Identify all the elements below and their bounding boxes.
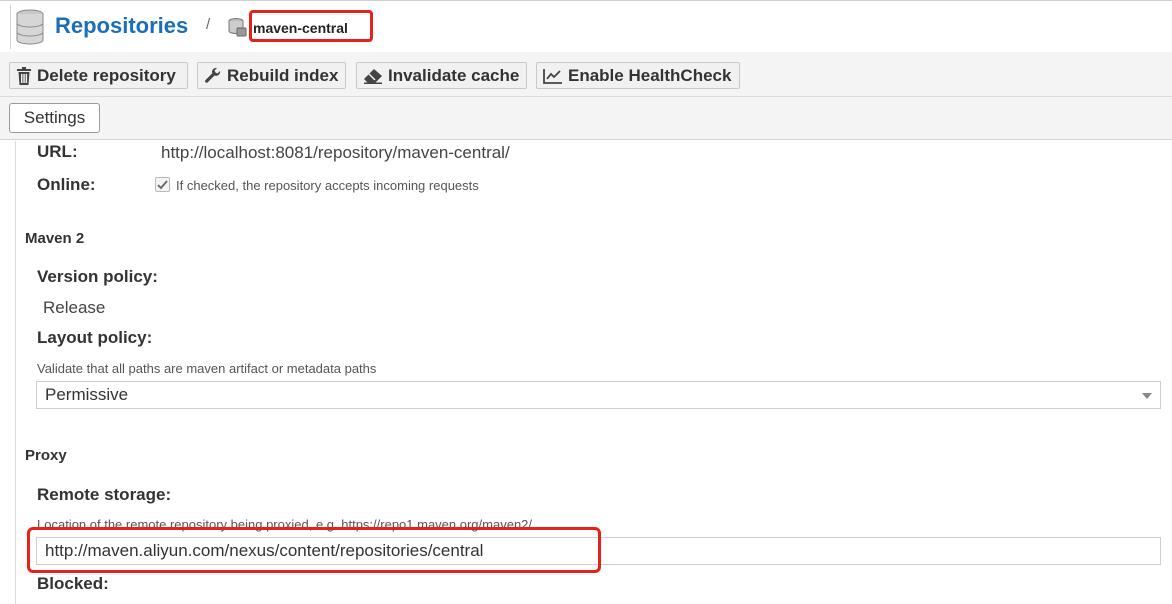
settings-form: URL: http://localhost:8081/repository/ma…	[0, 141, 1172, 604]
breadcrumb-separator: /	[206, 16, 211, 33]
repository-icon	[228, 18, 247, 37]
version-policy-label: Version policy:	[37, 267, 158, 286]
blocked-label: Blocked:	[37, 574, 109, 593]
checkmark-icon	[157, 180, 168, 190]
online-checkbox[interactable]	[155, 177, 170, 192]
eraser-icon	[364, 68, 382, 84]
rebuild-index-label: Rebuild index	[227, 65, 339, 85]
layout-policy-selected-value: Permissive	[45, 385, 129, 404]
version-policy-value: Release	[43, 298, 106, 317]
url-label: URL:	[37, 142, 78, 161]
layout-policy-help-text: Validate that all paths are maven artifa…	[37, 361, 377, 376]
enable-healthcheck-button[interactable]: Enable HealthCheck	[536, 62, 740, 89]
tab-settings[interactable]: Settings	[9, 103, 100, 133]
caret-down-icon	[1142, 393, 1152, 399]
invalidate-cache-button[interactable]: Invalidate cache	[356, 62, 527, 89]
rebuild-index-button[interactable]: Rebuild index	[197, 62, 346, 89]
chart-line-icon	[543, 68, 562, 84]
page-title[interactable]: Repositories	[55, 13, 188, 39]
url-value: http://localhost:8081/repository/maven-c…	[161, 143, 510, 162]
maven-section-title: Maven 2	[25, 230, 85, 247]
delete-repository-button[interactable]: Delete repository	[9, 62, 188, 89]
remote-storage-label: Remote storage:	[37, 485, 172, 504]
toolbar: Delete repository Rebuild index Invalida…	[0, 52, 1172, 97]
online-label: Online:	[37, 175, 96, 194]
header-divider	[10, 5, 11, 49]
online-help-text: If checked, the repository accepts incom…	[176, 178, 479, 193]
proxy-section-title: Proxy	[25, 447, 67, 464]
remote-storage-highlight-box	[27, 527, 601, 573]
invalidate-cache-label: Invalidate cache	[388, 65, 520, 85]
wrench-icon	[205, 67, 221, 83]
tab-bar: Settings	[0, 97, 1172, 140]
database-icon	[16, 9, 44, 45]
trash-icon	[17, 66, 31, 85]
layout-policy-label: Layout policy:	[37, 328, 153, 347]
delete-repository-label: Delete repository	[37, 65, 176, 85]
layout-policy-select[interactable]: Permissive	[36, 381, 1161, 409]
crumb-highlight-box	[249, 10, 373, 42]
page-header: Repositories / maven-central	[0, 0, 1172, 52]
enable-healthcheck-label: Enable HealthCheck	[568, 65, 732, 85]
content-divider	[15, 141, 16, 604]
